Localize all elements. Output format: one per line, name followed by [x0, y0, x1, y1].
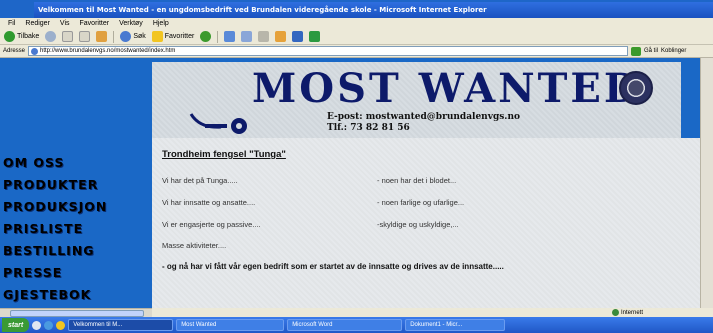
favorites-button[interactable]: Favoritter: [151, 31, 195, 42]
row-left: Vi har innsatte og ansatte....: [162, 198, 256, 207]
row-left: Vi har det på Tunga.....: [162, 176, 238, 185]
content-title: Trondheim fengsel "Tunga": [162, 149, 286, 160]
media-icon[interactable]: [200, 31, 212, 42]
back-button[interactable]: Tilbake: [4, 31, 39, 42]
nav-prisliste[interactable]: PRISLISTE: [3, 221, 83, 236]
emblem-logo: [619, 71, 653, 105]
nav-produksjon[interactable]: PRODUKSJON: [3, 199, 107, 214]
email-line[interactable]: E-post: mostwanted@brundalenvgs.no: [327, 112, 520, 123]
phone-line: Tlf.: 73 82 81 56: [327, 123, 410, 133]
nav-bestilling[interactable]: BESTILLING: [3, 243, 95, 258]
quicklaunch-folder-icon[interactable]: [56, 320, 66, 330]
go-icon[interactable]: [631, 46, 642, 56]
back-label: Tilbake: [17, 33, 40, 40]
page-icon: [31, 47, 39, 55]
search-icon: [120, 31, 132, 42]
main-content: Trondheim fengsel "Tunga" Vi har det på …: [152, 138, 713, 308]
nav-produkter[interactable]: PRODUKTER: [3, 177, 98, 192]
content-row: Vi har innsatte og ansatte.... - noen fa…: [162, 198, 464, 207]
favorites-label: Favoritter: [164, 33, 195, 40]
search-label: Søk: [133, 33, 146, 40]
address-url: http://www.brundalenvgs.no/mostwanted/in…: [40, 48, 176, 54]
quicklaunch-ie-icon[interactable]: [44, 320, 54, 330]
content-row: Masse aktiviteter....: [162, 241, 226, 250]
menu-help[interactable]: Hjelp: [153, 20, 169, 27]
star-icon: [151, 31, 163, 42]
address-bar: Adresse http://www.brundalenvgs.no/mostw…: [0, 45, 713, 58]
site-title: MOST WANTED: [252, 65, 642, 112]
start-button[interactable]: start: [2, 318, 30, 332]
horizontal-scrollbar[interactable]: [0, 308, 152, 317]
content-row: Vi er engasjerte og passive.... -skyldig…: [162, 220, 459, 229]
menu-file[interactable]: Fil: [8, 20, 15, 27]
status-bar: Internett: [0, 308, 713, 317]
address-label: Adresse: [3, 48, 26, 54]
home-icon[interactable]: [96, 31, 108, 42]
stop-icon[interactable]: [62, 31, 74, 42]
nav-om-oss[interactable]: OM OSS: [3, 155, 65, 170]
discuss-icon[interactable]: [292, 31, 304, 42]
print-icon[interactable]: [258, 31, 270, 42]
row-left: Vi er engasjerte og passive....: [162, 220, 261, 229]
sidebar-nav: OM OSS PRODUKTER PRODUKSJON PRISLISTE BE…: [0, 152, 152, 308]
task-button[interactable]: Dokument1 - Micr...: [405, 319, 506, 331]
mail-icon[interactable]: [241, 31, 253, 42]
task-button[interactable]: Microsoft Word: [287, 319, 403, 331]
contact-info: E-post: mostwanted@brundalenvgs.no Tlf.:…: [327, 112, 520, 134]
taskbar: start Velkommen til M... Most Wanted Mic…: [0, 317, 713, 333]
menu-edit[interactable]: Rediger: [25, 20, 50, 27]
security-zone: Internett: [612, 308, 643, 317]
content-row: Vi har det på Tunga..... - noen har det …: [162, 176, 456, 185]
key-logo: [189, 113, 247, 134]
row-left: Masse aktiviteter....: [162, 241, 227, 250]
vertical-scrollbar[interactable]: [700, 58, 713, 308]
closing-text: - og nå har vi fått vår egen bedrift som…: [162, 262, 504, 271]
globe-icon: [612, 309, 619, 316]
window-title: Velkommen til Most Wanted - en ungdomsbe…: [38, 6, 487, 14]
scrollbar-thumb[interactable]: [10, 310, 144, 317]
history-icon[interactable]: [224, 31, 236, 42]
refresh-icon[interactable]: [79, 31, 91, 42]
row-right: - noen har det i blodet...: [377, 176, 457, 185]
nav-gjestebok[interactable]: GJESTEBOK: [3, 287, 91, 302]
row-right: -skyldige og uskyldige,...: [377, 220, 459, 229]
toolbar-separator: [217, 30, 219, 43]
menu-view[interactable]: Vis: [60, 20, 70, 27]
menu-tools[interactable]: Verktøy: [119, 20, 143, 27]
address-input[interactable]: http://www.brundalenvgs.no/mostwanted/in…: [28, 46, 629, 56]
window-title-bar: Velkommen til Most Wanted - en ungdomsbe…: [34, 2, 713, 18]
toolbar-separator: [113, 30, 115, 43]
task-button[interactable]: Most Wanted: [176, 319, 285, 331]
messenger-icon[interactable]: [309, 31, 321, 42]
zone-label: Internett: [621, 309, 644, 316]
search-button[interactable]: Søk: [120, 31, 146, 42]
toolbar: Tilbake Søk Favoritter: [0, 29, 713, 45]
menu-bar: Fil Rediger Vis Favoritter Verktøy Hjelp: [0, 18, 713, 29]
task-button[interactable]: Velkommen til M...: [68, 319, 174, 331]
go-label[interactable]: Gå til: [644, 48, 658, 54]
web-page: MOST WANTED E-post: mostwanted@brundalen…: [0, 58, 713, 308]
site-banner: MOST WANTED E-post: mostwanted@brundalen…: [152, 62, 681, 148]
nav-presse[interactable]: PRESSE: [3, 265, 62, 280]
row-right: - noen farlige og ufarlige...: [377, 198, 465, 207]
quicklaunch-desktop-icon[interactable]: [32, 320, 42, 330]
back-arrow-icon: [4, 31, 15, 42]
forward-arrow-icon[interactable]: [45, 31, 57, 42]
edit-icon[interactable]: [275, 31, 287, 42]
menu-favorites[interactable]: Favoritter: [80, 20, 110, 27]
links-label[interactable]: Koblinger: [661, 48, 686, 54]
